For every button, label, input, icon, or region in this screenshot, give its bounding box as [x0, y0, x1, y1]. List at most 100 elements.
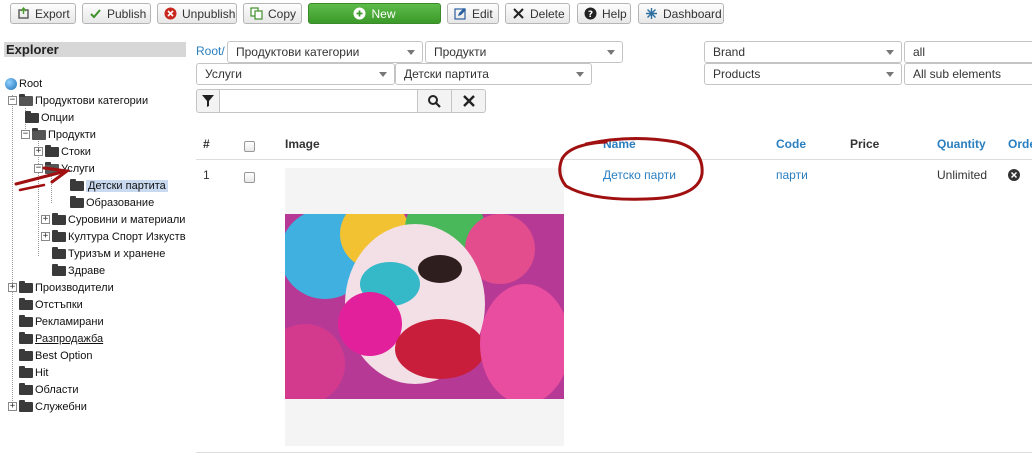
unpublish-icon [164, 7, 177, 20]
tree-label: Области [35, 383, 79, 396]
tree-label: Образование [86, 196, 155, 209]
tree-item[interactable]: Опции [25, 109, 74, 126]
export-icon [17, 6, 30, 20]
tree-label: Продукти [48, 128, 96, 141]
globe-icon [5, 77, 17, 90]
search-bar [196, 89, 486, 113]
header-number: # [203, 137, 210, 151]
expand-icon[interactable]: + [41, 232, 50, 241]
folder-icon [19, 399, 33, 412]
tree-item[interactable]: Туризъм и хранене [52, 245, 165, 262]
tree-line [12, 95, 13, 409]
folder-icon [19, 280, 33, 293]
help-icon: ? [584, 7, 597, 20]
caret-down-icon [407, 50, 415, 55]
tree-item[interactable]: Разпродажба [19, 330, 103, 347]
caret-down-icon [886, 72, 894, 77]
close-icon [512, 7, 525, 20]
expand-icon[interactable]: + [8, 402, 17, 411]
header-price: Price [850, 137, 880, 151]
dropdown-value: all [913, 45, 926, 59]
help-label: Help [602, 6, 627, 21]
tree-item[interactable]: − Продуктови категории [8, 92, 148, 109]
products-dropdown[interactable]: Продукти [425, 41, 623, 63]
search-input[interactable] [220, 89, 418, 113]
edit-button[interactable]: Edit [447, 3, 499, 24]
folder-open-icon [32, 127, 46, 140]
tree-item[interactable]: + Суровини и материали [41, 211, 185, 228]
delete-button[interactable]: Delete [505, 3, 570, 24]
tree-root[interactable]: Root [5, 75, 42, 92]
tree-item[interactable]: Образование [70, 194, 154, 211]
tree-item-selected[interactable]: Детски партита [70, 177, 168, 194]
tree-label: Разпродажба [35, 332, 104, 345]
remove-circle-icon [1008, 169, 1020, 181]
export-button[interactable]: Export [10, 3, 76, 24]
search-button[interactable] [418, 89, 452, 113]
copy-button[interactable]: Copy [243, 3, 302, 24]
tree-label: Служебни [35, 400, 87, 413]
plus-circle-icon [353, 7, 366, 20]
tree-item[interactable]: Области [19, 381, 79, 398]
tree-item[interactable]: + Производители [8, 279, 114, 296]
tree-item[interactable]: + Служебни [8, 398, 87, 415]
dashboard-icon [645, 7, 658, 20]
collapse-icon[interactable]: − [21, 130, 30, 139]
svg-text:?: ? [588, 10, 593, 20]
tree-item[interactable]: Здраве [52, 262, 105, 279]
explorer-panel: Explorer Root − Продуктови категории Опц… [4, 42, 186, 462]
tree-label: Туризъм и хранене [68, 247, 166, 260]
clear-search-button[interactable] [452, 89, 486, 113]
dropdown-value: Продукти [434, 45, 487, 59]
header-image: Image [285, 137, 320, 151]
header-quantity[interactable]: Quantity [937, 137, 986, 151]
type-dropdown[interactable]: Products [704, 63, 902, 85]
filter-icon [202, 95, 214, 107]
tree-label: Производители [35, 281, 114, 294]
breadcrumb-root[interactable]: Root/ [196, 44, 225, 58]
unpublish-button[interactable]: Unpublish [157, 3, 237, 24]
folder-icon [19, 382, 33, 395]
tree-item[interactable]: Hit [19, 364, 48, 381]
row-checkbox[interactable] [244, 172, 255, 183]
select-all-checkbox[interactable] [244, 141, 255, 152]
tree-item[interactable]: Рекламирани [19, 313, 104, 330]
help-button[interactable]: ? Help [577, 3, 631, 24]
tree-label: Hit [35, 366, 49, 379]
sub-elements-dropdown[interactable]: All sub elements [904, 63, 1032, 85]
folder-icon [19, 314, 33, 327]
expand-icon[interactable]: + [8, 283, 17, 292]
tree-item[interactable]: Отстъпки [19, 296, 83, 313]
caret-down-icon [607, 50, 615, 55]
product-image[interactable] [285, 214, 564, 399]
header-order[interactable]: Order [1008, 137, 1032, 151]
row-delete-button[interactable] [1008, 169, 1020, 184]
new-button[interactable]: New [308, 3, 441, 24]
category-dropdown[interactable]: Продуктови категории [227, 41, 423, 63]
folder-icon [19, 365, 33, 378]
tree-item[interactable]: − Продукти [21, 126, 96, 143]
copy-icon [250, 7, 263, 20]
expand-icon[interactable]: + [34, 147, 43, 156]
publish-button[interactable]: Publish [82, 3, 151, 24]
brand-dropdown[interactable]: Brand [704, 41, 902, 63]
tree-label: Продуктови категории [35, 94, 149, 107]
header-code[interactable]: Code [776, 137, 806, 151]
expand-icon[interactable]: + [41, 215, 50, 224]
tree-item[interactable]: + Култура Спорт Изкуства [41, 228, 186, 245]
folder-icon [52, 246, 66, 259]
product-code[interactable]: парти [776, 168, 808, 182]
tree-item[interactable]: + Стоки [34, 143, 91, 160]
subcategory-dropdown[interactable]: Детски партита [395, 63, 592, 85]
collapse-icon[interactable]: − [8, 96, 17, 105]
dashboard-button[interactable]: Dashboard [638, 3, 724, 24]
caret-down-icon [886, 50, 894, 55]
filter-button[interactable] [196, 89, 220, 113]
tree-label: Опции [41, 111, 75, 124]
edit-icon [454, 7, 467, 20]
toolbar: Export Publish Unpublish Copy New Edit D… [0, 0, 1032, 28]
folder-icon [19, 348, 33, 361]
services-dropdown[interactable]: Услуги [196, 63, 395, 85]
brand-value-dropdown[interactable]: all [904, 41, 1032, 63]
tree-item[interactable]: Best Option [19, 347, 92, 364]
